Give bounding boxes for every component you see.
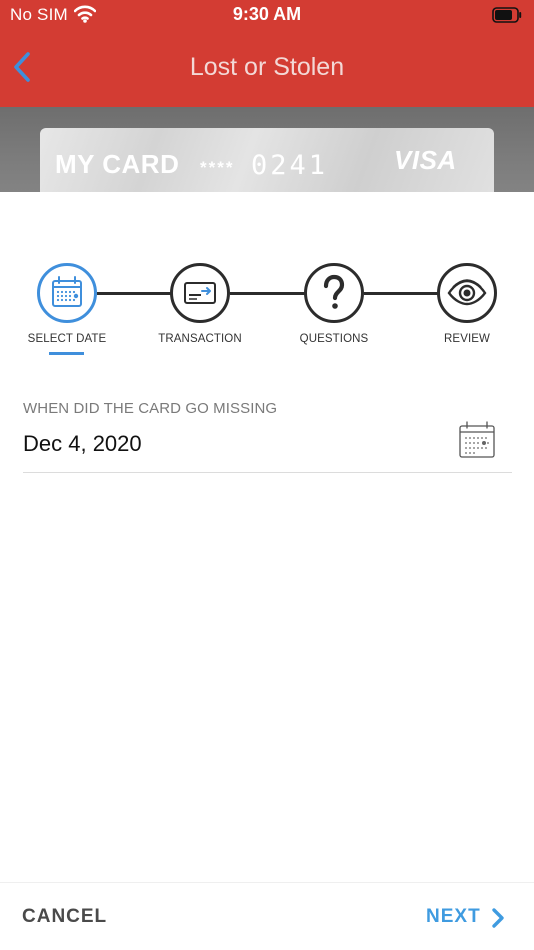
step-questions[interactable] — [304, 263, 364, 323]
step-label-questions: QUESTIONS — [299, 333, 369, 345]
card-banner: MY CARD **** 0241 VISA — [0, 107, 534, 192]
status-bar: No SIM 9:30 AM — [0, 0, 534, 32]
calendar-icon[interactable] — [458, 421, 496, 459]
card-brand-logo: VISA — [394, 145, 457, 175]
stepper-connector — [97, 292, 172, 295]
chevron-right-icon[interactable] — [490, 907, 506, 929]
stepper-connector — [364, 292, 439, 295]
credit-card-icon — [184, 282, 216, 304]
question-mark-icon — [323, 274, 345, 309]
date-field-label: WHEN DID THE CARD GO MISSING — [23, 400, 278, 417]
step-select-date[interactable] — [37, 263, 97, 323]
card-mask: **** — [200, 158, 235, 177]
card-name: MY CARD — [55, 149, 180, 179]
card-image: MY CARD **** 0241 VISA — [40, 128, 494, 192]
step-label-review: REVIEW — [444, 333, 490, 345]
date-field-value[interactable]: Dec 4, 2020 — [23, 431, 142, 457]
battery-icon — [492, 7, 522, 23]
stepper-connector — [230, 292, 306, 295]
cancel-button[interactable]: CANCEL — [22, 906, 107, 928]
next-button[interactable]: NEXT — [426, 906, 481, 928]
step-label-select-date: SELECT DATE — [27, 333, 107, 345]
status-time: 9:30 AM — [232, 4, 302, 24]
field-divider — [23, 472, 512, 473]
calendar-icon — [52, 276, 82, 307]
page-title: Lost or Stolen — [189, 53, 345, 81]
footer-divider — [0, 882, 534, 883]
header-bar: No SIM 9:30 AM Lost or Stolen — [0, 0, 534, 107]
active-step-indicator — [49, 352, 84, 355]
step-transaction[interactable] — [170, 263, 230, 323]
step-review[interactable] — [437, 263, 497, 323]
eye-icon — [447, 279, 487, 306]
card-last-digits: 0241 — [251, 150, 329, 181]
step-label-transaction: TRANSACTION — [158, 333, 242, 345]
